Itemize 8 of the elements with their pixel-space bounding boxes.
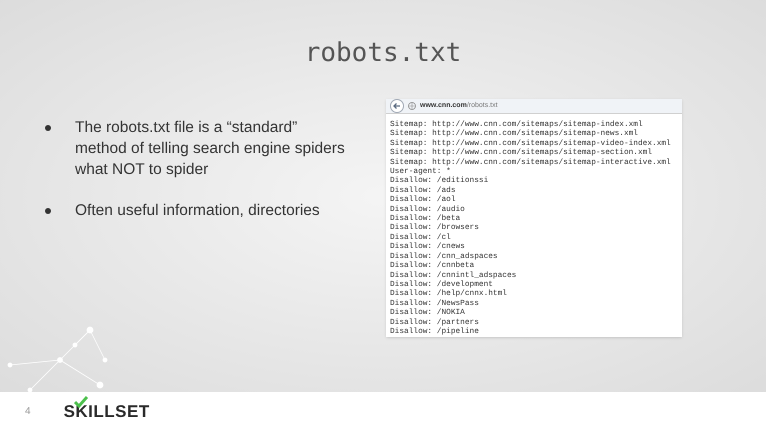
globe-icon xyxy=(408,102,416,110)
bullet-text: Often useful information, directories xyxy=(75,201,321,221)
bullet-icon xyxy=(45,208,51,214)
skillset-logo: SKILLSET xyxy=(64,398,150,424)
bullet-text: The robots.txt file is a “standard” method of telling search engine spiders what NOT to spider xyxy=(75,118,345,180)
page-number: 4 xyxy=(25,405,31,419)
slide-title: robots.txt xyxy=(304,37,462,70)
bullet-icon xyxy=(45,125,51,131)
